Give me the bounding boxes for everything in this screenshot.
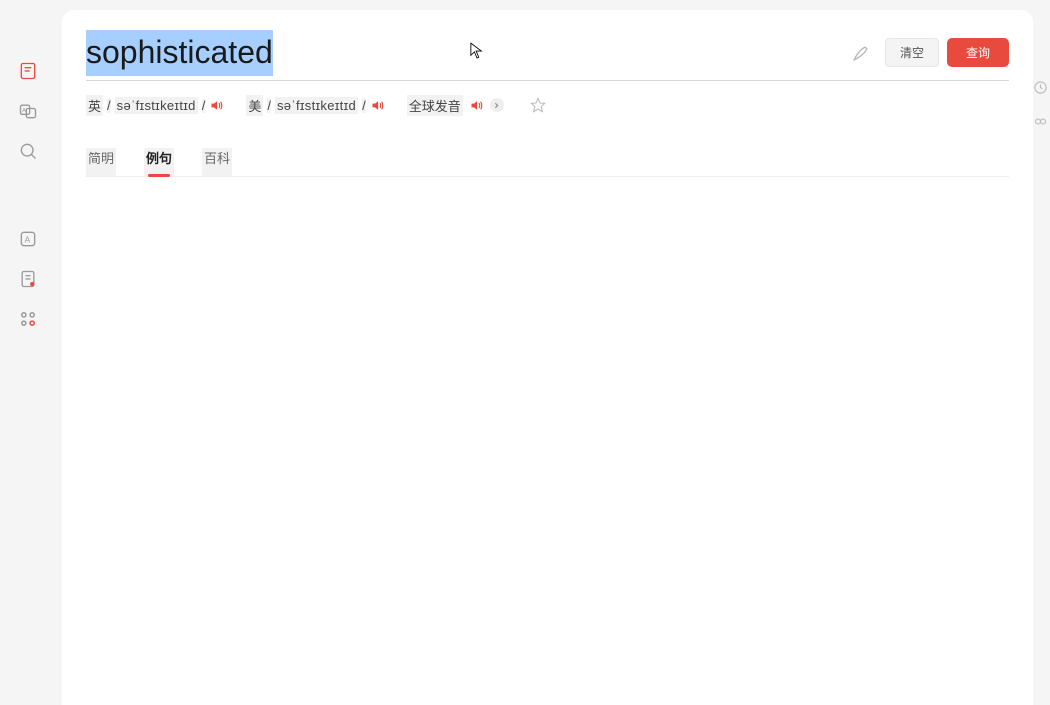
handwriting-icon[interactable] [851, 43, 871, 63]
uk-phonetic: 英 /səˈfɪstɪkeɪtɪd/ [86, 95, 224, 116]
global-expand-icon[interactable] [490, 98, 504, 112]
tab-examples[interactable]: 例句 [144, 148, 174, 176]
us-speaker-icon[interactable] [370, 98, 385, 113]
uk-label: 英 [86, 95, 103, 116]
tabs-row: 简明 例句 百科 [86, 148, 1009, 177]
global-label: 全球发音 [407, 95, 463, 116]
phonetic-row: 英 /səˈfɪstɪkeɪtɪd/ 美 /səˈfɪstɪkeɪtɪd/ 全球… [86, 95, 1009, 116]
clear-button[interactable]: 清空 [885, 38, 939, 67]
tab-concise[interactable]: 简明 [86, 148, 116, 176]
us-ipa: səˈfɪstɪkeɪtɪd [275, 97, 358, 114]
us-phonetic: 美 /səˈfɪstɪkeɪtɪd/ [246, 95, 384, 116]
search-row: sophisticated 清空 查询 [86, 30, 1009, 81]
uk-speaker-icon[interactable] [209, 98, 224, 113]
sidebar-item-search[interactable] [17, 140, 39, 162]
svg-text:A: A [24, 234, 30, 244]
sidebar-item-apps[interactable] [17, 308, 39, 330]
favorite-star-icon[interactable] [530, 97, 546, 113]
left-sidebar: A A [0, 0, 55, 705]
query-button[interactable]: 查询 [947, 38, 1009, 67]
sidebar-item-note[interactable] [17, 268, 39, 290]
search-input[interactable]: sophisticated [86, 30, 851, 76]
uk-ipa: səˈfɪstɪkeɪtɪd [115, 97, 198, 114]
right-rail [1033, 0, 1050, 705]
link-icon[interactable] [1033, 114, 1049, 130]
svg-text:A: A [22, 108, 26, 114]
global-speaker-icon[interactable] [469, 98, 484, 113]
main-panel: sophisticated 清空 查询 英 /səˈfɪstɪkeɪtɪd/ 美… [62, 10, 1033, 705]
history-icon[interactable] [1033, 80, 1049, 96]
tab-encyclopedia[interactable]: 百科 [202, 148, 232, 176]
us-label: 美 [246, 95, 263, 116]
search-word-selected[interactable]: sophisticated [86, 30, 273, 76]
sidebar-item-dictionary[interactable] [17, 60, 39, 82]
global-pronunciation: 全球发音 [407, 95, 504, 116]
sidebar-item-reader[interactable]: A [17, 228, 39, 250]
sidebar-item-translate[interactable]: A [17, 100, 39, 122]
